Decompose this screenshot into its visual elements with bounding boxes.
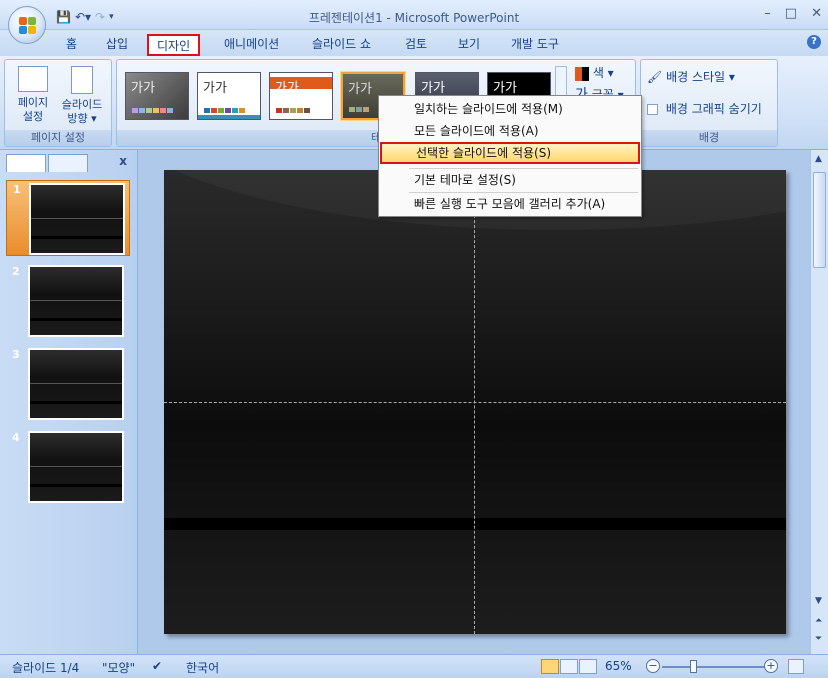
page-setup-group: 페이지 설정 슬라이드 방향 ▾ 페이지 설정 xyxy=(4,59,112,147)
zoom-level[interactable]: 65% xyxy=(605,659,632,673)
theme-context-menu: 일치하는 슬라이드에 적용(M) 모든 슬라이드에 적용(A) 선택한 슬라이드… xyxy=(378,95,642,217)
slide-thumbnail-3[interactable]: 3 xyxy=(6,346,130,422)
menu-apply-matching-slides[interactable]: 일치하는 슬라이드에 적용(M) xyxy=(380,98,640,120)
normal-view-button[interactable] xyxy=(541,659,559,674)
slide-canvas[interactable] xyxy=(164,170,786,634)
theme-thumb-2[interactable]: 가가 xyxy=(197,72,261,120)
window-controls: – □ ✕ xyxy=(764,6,822,21)
slides-panel: x 1 2 3 4 xyxy=(0,150,138,654)
ribbon-tabs: 홈 삽입 디자인 애니메이션 슬라이드 쇼 검토 보기 개발 도구 xyxy=(0,30,828,56)
slide-show-view-button[interactable] xyxy=(579,659,597,674)
page-setup-icon xyxy=(18,66,48,92)
previous-slide-icon[interactable]: ⏶ xyxy=(815,616,822,626)
menu-add-gallery-to-qat[interactable]: 빠른 실행 도구 모음에 갤러리 추가(A) xyxy=(380,193,640,215)
next-slide-icon[interactable]: ⏷ xyxy=(815,634,822,644)
checkbox-icon xyxy=(647,104,658,115)
hide-background-graphics-checkbox[interactable]: 배경 그래픽 숨기기 xyxy=(647,100,762,117)
language: 한국어 xyxy=(186,661,220,675)
zoom-in-button[interactable]: + xyxy=(764,659,778,673)
slide-editor xyxy=(138,150,810,654)
title-bar: 💾 ↶▾ ↷ ▾ 프레젠테이션1 - Microsoft PowerPoint … xyxy=(0,0,828,30)
horizontal-guide[interactable] xyxy=(164,402,786,403)
scroll-up-icon[interactable]: ▲ xyxy=(815,154,822,164)
theme-colors-icon xyxy=(575,66,589,81)
office-logo-icon xyxy=(19,17,36,34)
status-bar: 슬라이드 1/4 "모양" ✔ 한국어 65% − + xyxy=(0,654,828,678)
help-icon[interactable]: ? xyxy=(807,35,821,49)
close-button[interactable]: ✕ xyxy=(811,6,822,21)
slide-position: 슬라이드 1/4 xyxy=(12,661,80,675)
theme-colors-button[interactable]: 색 ▾ xyxy=(575,64,614,81)
panel-tabs xyxy=(4,154,134,172)
zoom-slider-knob[interactable] xyxy=(690,660,697,673)
theme-thumb-3[interactable]: 가가 xyxy=(269,72,333,120)
menu-apply-selected-slides[interactable]: 선택한 슬라이드에 적용(S) xyxy=(380,142,640,164)
zoom-out-button[interactable]: − xyxy=(646,659,660,673)
background-group-label: 배경 xyxy=(641,130,777,146)
background-styles-button[interactable]: 🖌 배경 스타일 ▾ xyxy=(647,68,735,85)
page-setup-group-label: 페이지 설정 xyxy=(5,130,111,146)
tab-view[interactable]: 보기 xyxy=(450,34,488,56)
slide-sorter-view-button[interactable] xyxy=(560,659,578,674)
fit-to-window-button[interactable] xyxy=(788,659,804,674)
tab-developer[interactable]: 개발 도구 xyxy=(503,34,567,56)
outline-tab[interactable] xyxy=(48,154,88,172)
window-title: 프레젠테이션1 - Microsoft PowerPoint xyxy=(308,11,520,25)
slides-tab[interactable] xyxy=(6,154,46,172)
maximize-button[interactable]: □ xyxy=(785,6,797,21)
slide-thumbnail-2[interactable]: 2 xyxy=(6,263,130,339)
slide-orientation-button[interactable]: 슬라이드 방향 ▾ xyxy=(55,66,109,126)
tab-slide-show[interactable]: 슬라이드 쇼 xyxy=(304,34,379,56)
slide-band xyxy=(164,518,786,530)
spell-check-icon[interactable]: ✔ xyxy=(152,659,162,673)
slide-thumbnail-1[interactable]: 1 xyxy=(6,180,130,256)
slide-orientation-icon xyxy=(71,66,93,94)
tab-review[interactable]: 검토 xyxy=(397,34,435,56)
menu-set-default-theme[interactable]: 기본 테마로 설정(S) xyxy=(380,169,640,191)
minimize-button[interactable]: – xyxy=(764,6,771,21)
theme-thumb-1[interactable]: 가가 xyxy=(125,72,189,120)
office-button[interactable] xyxy=(8,6,46,44)
scroll-down-icon[interactable]: ▼ xyxy=(815,596,822,606)
tab-insert[interactable]: 삽입 xyxy=(98,34,136,56)
tab-design[interactable]: 디자인 xyxy=(147,34,201,56)
tab-animations[interactable]: 애니메이션 xyxy=(216,34,287,56)
slide-thumbnail-4[interactable]: 4 xyxy=(6,429,130,505)
background-group: 🖌 배경 스타일 ▾ 배경 그래픽 숨기기 배경 xyxy=(640,59,778,147)
page-setup-button[interactable]: 페이지 설정 xyxy=(11,66,55,124)
menu-apply-all-slides[interactable]: 모든 슬라이드에 적용(A) xyxy=(380,120,640,142)
theme-name: "모양" xyxy=(102,661,136,675)
zoom-slider[interactable] xyxy=(662,666,766,668)
scroll-thumb[interactable] xyxy=(813,172,826,268)
vertical-scrollbar[interactable]: ▲ ▼ ⏶ ⏷ xyxy=(810,150,828,654)
close-panel-icon[interactable]: x xyxy=(119,154,127,168)
tab-home[interactable]: 홈 xyxy=(58,34,85,56)
paint-bucket-icon: 🖌 xyxy=(647,70,663,84)
